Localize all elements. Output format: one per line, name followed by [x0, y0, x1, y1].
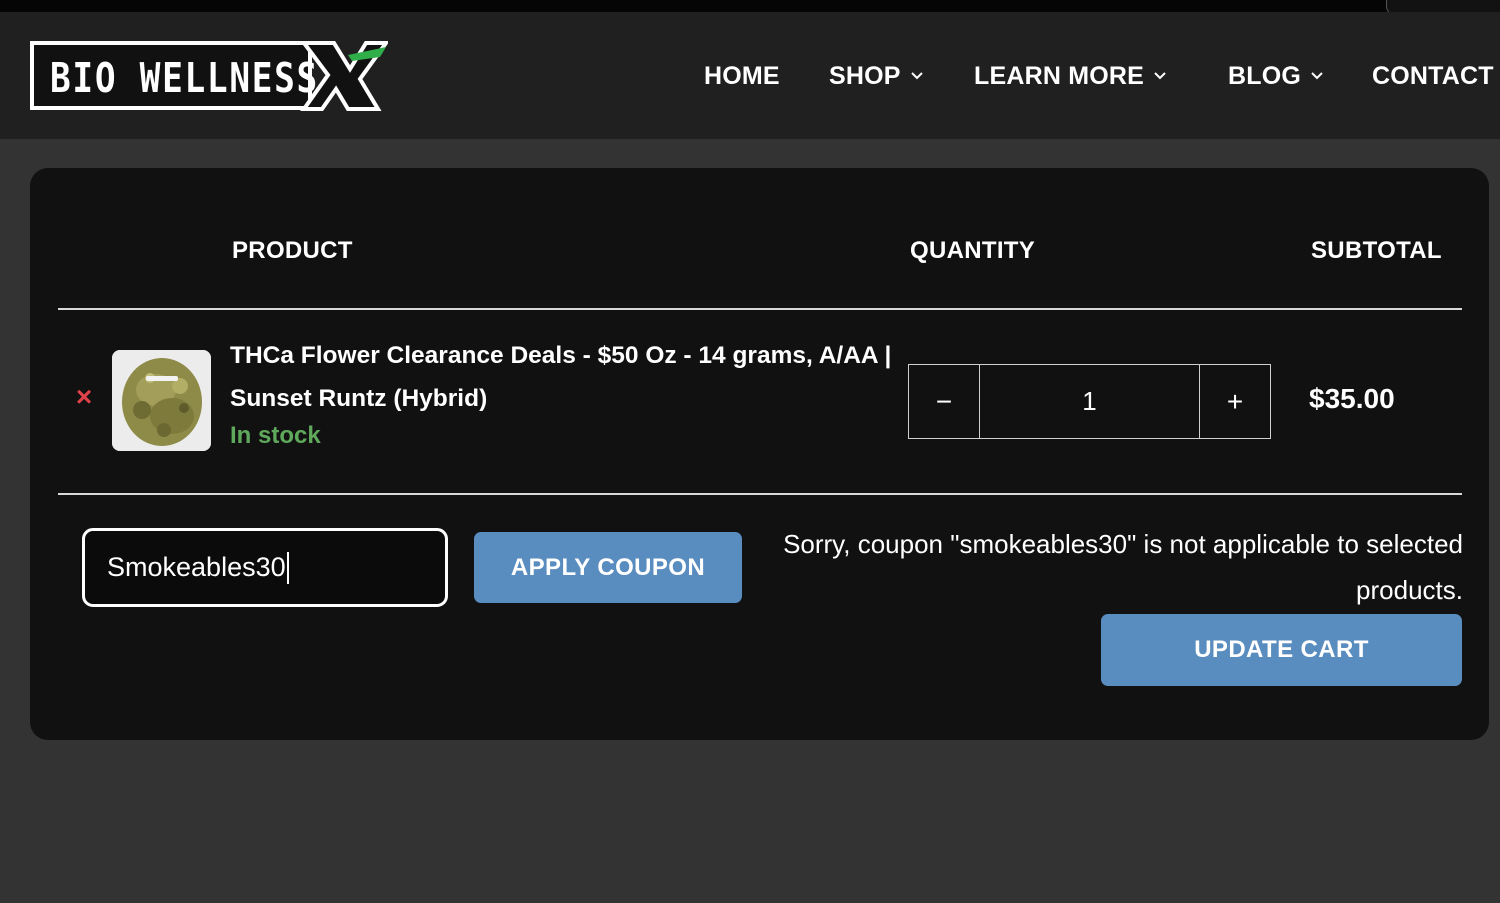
chevron-down-icon — [1311, 72, 1323, 80]
coupon-code-value: Smokeables30 — [107, 552, 286, 582]
quantity-increase-button[interactable]: + — [1199, 365, 1270, 438]
header-subtotal: SUBTOTAL — [1311, 237, 1442, 264]
logo-frame: BIO WELLNESS — [30, 41, 317, 110]
nav-item-learn-more[interactable]: LEARN MORE — [974, 58, 1168, 94]
quantity-stepper: − 1 + — [908, 364, 1271, 439]
coupon-code-input[interactable]: Smokeables30 — [82, 528, 448, 607]
site-header: BIO WELLNESS HOME SHOP LEARN MORE BLOG C… — [0, 12, 1500, 139]
text-cursor — [286, 551, 289, 584]
chevron-down-icon — [1154, 72, 1166, 80]
product-name-link[interactable]: THCa Flower Clearance Deals - $50 Oz - 1… — [230, 334, 900, 420]
nav-label-shop: SHOP — [829, 61, 901, 90]
logo-wordmark: BIO WELLNESS — [50, 54, 319, 102]
update-cart-button[interactable]: UPDATE CART — [1101, 614, 1462, 686]
product-thumbnail[interactable] — [112, 350, 211, 451]
table-divider — [58, 493, 1462, 495]
quantity-input[interactable]: 1 — [980, 365, 1199, 438]
nav-label-contact: CONTACT — [1372, 61, 1494, 90]
table-divider — [58, 308, 1462, 310]
nav-item-shop[interactable]: SHOP — [829, 58, 925, 94]
apply-coupon-button[interactable]: APPLY COUPON — [474, 532, 742, 603]
site-logo[interactable]: BIO WELLNESS — [30, 41, 388, 111]
remove-item-button[interactable]: × — [73, 383, 95, 411]
nav-item-home[interactable]: HOME — [704, 58, 780, 94]
nav-label-blog: BLOG — [1228, 61, 1302, 90]
line-subtotal: $35.00 — [1309, 383, 1395, 414]
header-product: PRODUCT — [232, 237, 353, 264]
coupon-error-notice: Sorry, coupon "smokeables30" is not appl… — [783, 529, 1463, 605]
nav-item-blog[interactable]: BLOG — [1228, 58, 1325, 94]
quantity-decrease-button[interactable]: − — [909, 365, 980, 438]
nav-label-home: HOME — [704, 61, 780, 90]
logo-x-mark — [300, 41, 388, 111]
chevron-down-icon — [910, 72, 923, 80]
nav-label-learn-more: LEARN MORE — [974, 61, 1145, 90]
stock-status: In stock — [230, 422, 321, 449]
header-quantity: QUANTITY — [910, 237, 1036, 264]
browser-top-strip — [0, 0, 1500, 16]
cart-panel: PRODUCT QUANTITY SUBTOTAL × THCa Flower … — [30, 168, 1489, 740]
nav-item-contact[interactable]: CONTACT — [1372, 58, 1494, 94]
product-image — [112, 350, 211, 451]
